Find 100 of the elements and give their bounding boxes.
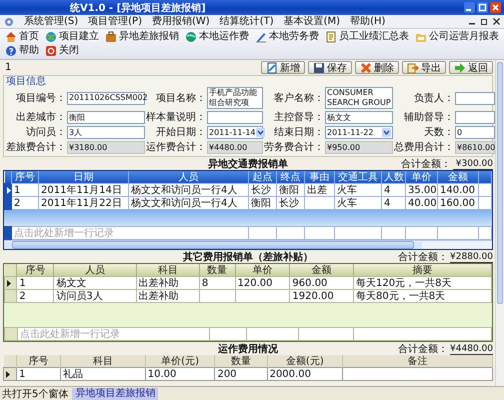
toolbar-button[interactable]: 公司运营月报表 — [414, 30, 500, 44]
column-header[interactable]: 人员 — [54, 264, 136, 276]
table-cell: 每天80元，一共8天 — [354, 290, 492, 302]
field-label: 客户名称： — [273, 92, 324, 104]
export-icon — [407, 62, 419, 74]
horizontal-scrollbar[interactable] — [4, 240, 492, 249]
column-header[interactable]: 摘要 — [354, 264, 492, 276]
row-marker[interactable] — [4, 368, 17, 380]
total-label: 合计金额： — [398, 342, 448, 356]
record-button[interactable]: 删除 — [355, 61, 399, 74]
column-header[interactable]: 交通工具 — [334, 171, 382, 184]
current-row-icon — [7, 280, 11, 286]
table-cell: 140.00 — [438, 184, 478, 196]
menu-item[interactable]: 帮助(H) — [350, 16, 386, 28]
close-icon[interactable] — [490, 2, 501, 13]
table-cell: 衡阳 — [276, 184, 304, 196]
restore-icon[interactable] — [481, 18, 488, 25]
input-field[interactable]: 衡阳 — [67, 111, 145, 124]
record-button[interactable]: 导出 — [402, 61, 446, 74]
row-marker[interactable] — [4, 196, 12, 210]
vertical-scrollbar[interactable] — [495, 60, 504, 386]
table-cell: 4 — [382, 184, 406, 196]
total-field: ¥950.00 — [325, 141, 393, 154]
column-header[interactable]: 金额(元) — [267, 355, 343, 368]
column-header[interactable]: 科目 — [136, 264, 200, 276]
date-picker[interactable]: 2011-11-14 — [207, 126, 263, 139]
status-text: 共打开5个窗体 — [2, 388, 68, 400]
toolbar-button[interactable]: 首页 — [4, 30, 40, 44]
column-header[interactable]: 人员 — [128, 171, 248, 184]
table-cell: 出差 — [304, 184, 334, 196]
table-cell: 160.00 — [438, 196, 478, 210]
column-header[interactable]: 数量 — [214, 355, 268, 368]
column-header[interactable]: 金额 — [290, 264, 354, 276]
field-label: 出差城市： — [15, 112, 66, 123]
toolbar-button[interactable]: 帮助 — [4, 44, 40, 58]
input-field[interactable]: 0 — [455, 126, 495, 139]
house-icon — [5, 31, 17, 43]
table-cell: 1 — [16, 276, 54, 290]
field-label: 运作费合计： — [146, 142, 206, 153]
input-field[interactable]: 杨文文 — [325, 111, 393, 124]
menu-item[interactable]: 基本设置(M) — [284, 16, 340, 28]
input-field[interactable]: 3人 — [67, 126, 145, 139]
column-header[interactable]: 备注 — [342, 355, 492, 368]
input-field[interactable] — [207, 111, 263, 124]
table-cell: 2 — [16, 290, 54, 302]
table-cell: 2011年11月22日 — [38, 196, 128, 210]
row-marker[interactable] — [4, 290, 17, 302]
table-cell: 35.00 — [406, 184, 438, 196]
toolbar-button[interactable]: 关闭 — [44, 44, 80, 58]
column-header[interactable]: 序号 — [16, 355, 61, 368]
field-label: 开始日期： — [155, 127, 206, 138]
input-field[interactable] — [455, 111, 495, 124]
field-label: 项目编号： — [15, 92, 66, 104]
help-icon — [5, 45, 17, 57]
menu-item[interactable]: 费用报销(W) — [152, 16, 210, 28]
total-field: ¥8610.00 — [455, 141, 495, 154]
menu-item[interactable]: 项目管理(P) — [88, 16, 142, 28]
field-label: 劳务费合计： — [264, 142, 324, 153]
column-header[interactable]: 金额 — [438, 171, 478, 184]
floppy-icon — [313, 62, 325, 74]
pen-icon — [255, 31, 267, 43]
form-title: 其它费用报销单（差旅补贴） — [183, 250, 313, 264]
toolbar-button[interactable]: 异地差旅报销 — [104, 30, 180, 44]
toolbar-button[interactable]: 员工业绩汇总表 — [324, 30, 410, 44]
input-field[interactable]: 20111026CSSM002 — [67, 92, 145, 104]
toolbar-button[interactable]: 本地运作费 — [184, 30, 250, 44]
row-marker[interactable] — [4, 184, 12, 196]
column-header[interactable]: 日期 — [38, 171, 128, 184]
record-button[interactable]: 新增 — [261, 61, 305, 74]
maximize-icon[interactable] — [477, 2, 488, 13]
toolbar-button[interactable]: 本地劳务费 — [254, 30, 320, 44]
row-marker[interactable] — [4, 276, 17, 290]
field-label: 结束日期： — [273, 127, 324, 138]
column-header[interactable]: 科目 — [60, 355, 146, 368]
menu-item[interactable]: 结算统计(T) — [220, 16, 274, 28]
column-header[interactable]: 单价(元) — [145, 355, 215, 368]
toolbar-button[interactable]: 项目建立 — [44, 30, 100, 44]
total-field: ¥3180.00 — [67, 141, 145, 154]
field-label: 负责人： — [413, 92, 454, 104]
window-tab[interactable]: 异地项目差旅报销 — [72, 388, 158, 400]
column-header[interactable]: 单价 — [235, 264, 290, 276]
close-icon[interactable] — [493, 18, 500, 25]
input-field[interactable]: 手机产品功能组合研究项 — [207, 87, 263, 109]
date-picker[interactable]: 2011-11-22 — [325, 126, 393, 139]
record-button[interactable]: 返回 — [449, 61, 493, 74]
minimize-icon[interactable] — [464, 2, 475, 13]
input-field[interactable] — [455, 92, 495, 104]
arrow-icon — [454, 62, 466, 74]
table-cell: 10.00 — [145, 368, 215, 380]
globe-icon — [185, 31, 197, 43]
total-label: 合计金额： — [398, 250, 448, 264]
input-field[interactable]: CONSUMER SEARCH GROUP — [325, 87, 393, 109]
table-cell: 2000.00 — [267, 368, 343, 380]
total-field: ¥4480.00 — [207, 141, 263, 154]
dropdown-icon[interactable] — [256, 128, 264, 137]
app-icon — [4, 16, 14, 26]
dropdown-icon[interactable] — [382, 128, 391, 137]
record-button[interactable]: 保存 — [308, 61, 352, 74]
menu-item[interactable]: 系统管理(S) — [24, 16, 78, 28]
cross-icon — [360, 62, 372, 74]
